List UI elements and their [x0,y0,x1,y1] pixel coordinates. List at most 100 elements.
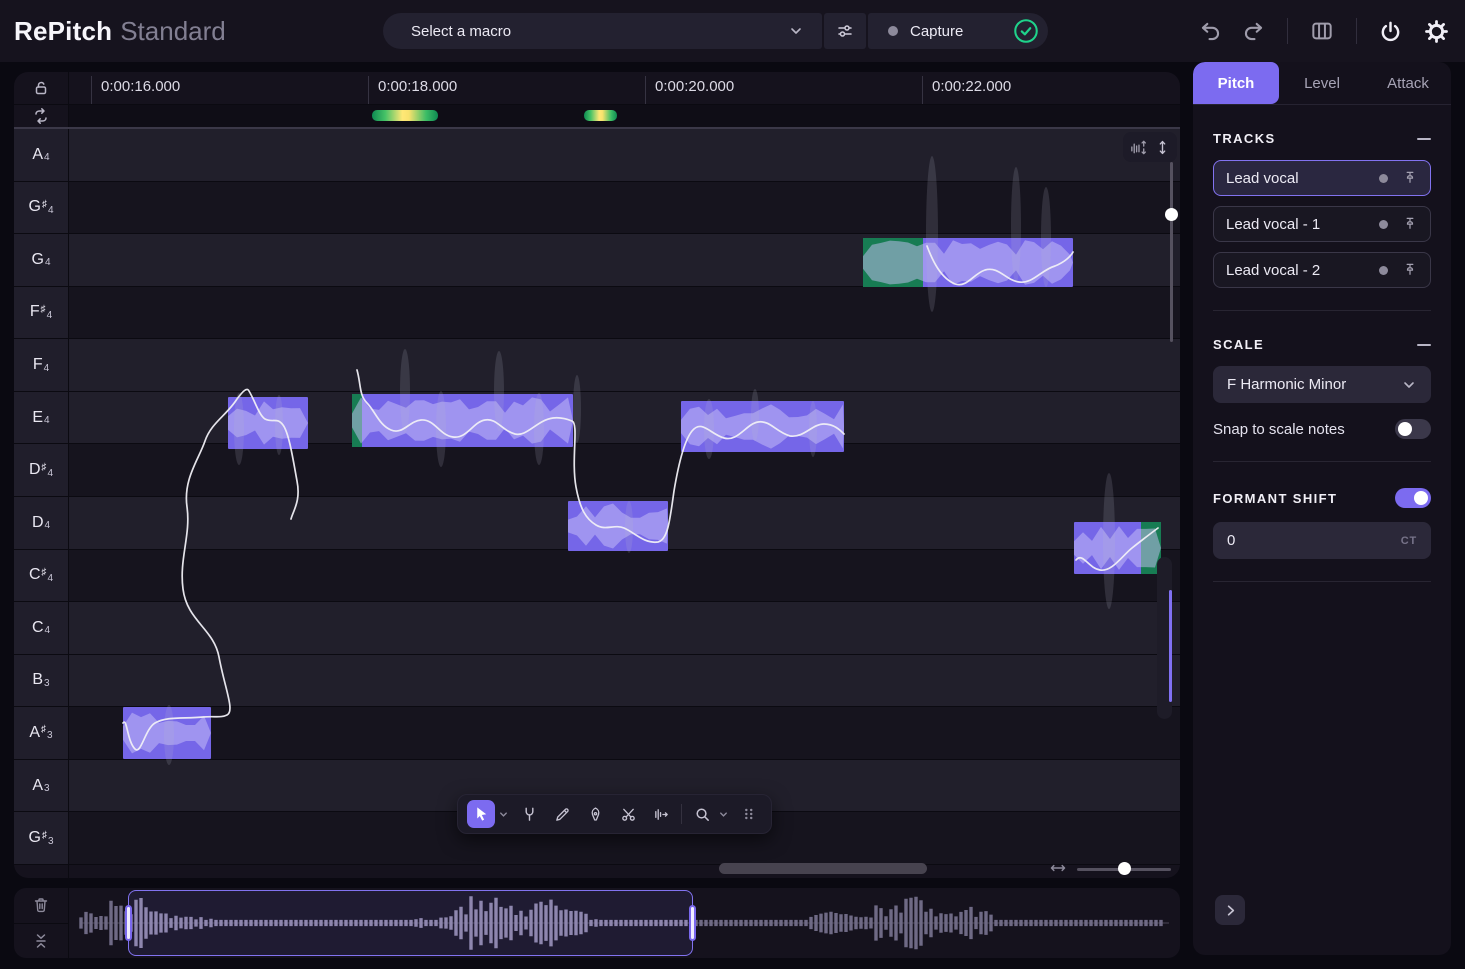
macro-settings-button[interactable] [824,13,866,49]
macro-select-value: Select a macro [411,23,511,40]
snap-to-scale-label: Snap to scale notes [1213,421,1345,438]
scale-collapse-icon[interactable] [1417,344,1431,346]
vertical-zoom-tools [1123,132,1177,162]
note-block-G4[interactable] [863,238,1073,287]
timeline-tick [368,76,369,104]
formant-shift-input[interactable]: 0 CT [1213,522,1431,559]
timeline-ruler[interactable]: 0:00:16.0000:00:18.0000:00:20.0000:00:22… [69,72,1180,104]
note-block-A♯3[interactable] [123,707,211,759]
zoom-tool-button[interactable] [689,801,715,827]
toolbar-divider [681,804,682,824]
scissors-tool-button[interactable] [615,801,641,827]
pencil-tool-button[interactable] [549,801,575,827]
panel-columns-icon[interactable] [1310,19,1334,43]
tracks-collapse-icon[interactable] [1417,138,1431,140]
inspector-tabs: Pitch Level Attack [1193,62,1451,105]
timeline-label: 0:00:18.000 [378,78,457,95]
vertical-zoom-slider[interactable] [1170,162,1173,342]
settings-gear-icon[interactable] [1424,19,1449,44]
track-item[interactable]: Lead vocal - 2 [1213,252,1431,288]
select-tool-chevron-icon[interactable] [498,809,509,820]
waveform-zoom-icon[interactable] [1129,138,1148,157]
note-label-Gs3: G♯3 [14,812,68,865]
snap-to-scale-toggle[interactable] [1395,419,1431,439]
note-label-E4: E4 [14,392,68,445]
track-item[interactable]: Lead vocal [1213,160,1431,196]
tab-level[interactable]: Level [1279,62,1365,104]
note-label-As3: A♯3 [14,707,68,760]
note-block-E4[interactable] [228,397,308,449]
macro-group: Select a macro Capture [383,13,1048,49]
section-divider [1213,581,1431,582]
overview-selection[interactable] [128,890,693,956]
loudness-strip [69,105,1180,127]
note-block-D4[interactable] [1074,522,1161,574]
formant-shift-unit: CT [1401,535,1417,547]
edit-toolbar [457,794,772,834]
tab-pitch[interactable]: Pitch [1193,62,1279,104]
horizontal-scrollbar[interactable] [719,863,927,874]
piano-note-labels: A4G♯4G4F♯4F4E4D♯4D4C♯4C4B3A♯3A3G♯3 [14,129,69,878]
pin-icon [1402,216,1418,232]
pitch-grid[interactable] [69,129,1180,878]
track-name: Lead vocal [1226,170,1379,187]
chevron-down-icon [788,23,804,39]
formant-shift-value: 0 [1227,532,1235,549]
top-bar: RePitch Standard Select a macro Capture [0,0,1465,62]
note-block-E4[interactable] [352,394,573,447]
track-monitor-dot[interactable] [1379,266,1388,275]
zoom-tool-chevron-icon[interactable] [718,809,729,820]
note-label-Fs4: F♯4 [14,287,68,340]
selection-left-handle[interactable] [125,905,132,941]
vertical-zoom-knob[interactable] [1165,208,1178,221]
tuning-fork-tool-button[interactable] [516,801,542,827]
overview-tools [14,888,69,958]
formant-section-header: FORMANT SHIFT [1213,488,1431,508]
note-block-D4[interactable] [568,501,668,551]
power-icon[interactable] [1379,20,1402,43]
redo-icon[interactable] [1243,20,1265,42]
undo-icon[interactable] [1199,20,1221,42]
note-label-B3: B3 [14,655,68,708]
note-label-Ds4: D♯4 [14,444,68,497]
timeline-tick [645,76,646,104]
horizontal-zoom-knob[interactable] [1118,862,1131,875]
audio-overview-panel [14,888,1180,958]
loop-button[interactable] [14,105,69,127]
scale-select[interactable]: F Harmonic Minor [1213,366,1431,403]
selection-right-handle[interactable] [689,905,696,941]
app-logo: RePitch Standard [14,0,226,62]
pitch-editor-panel: 0:00:16.0000:00:18.0000:00:20.0000:00:22… [14,72,1180,878]
note-label-Gs4: G♯4 [14,182,68,235]
section-divider [1213,461,1431,462]
vertical-resize-icon[interactable] [1154,139,1171,156]
note-label-C4: C4 [14,602,68,655]
pen-tool-button[interactable] [582,801,608,827]
timeline-label: 0:00:22.000 [932,78,1011,95]
collapse-vertical-icon[interactable] [14,923,68,959]
scale-section-header: SCALE [1213,337,1431,352]
track-monitor-dot[interactable] [1379,220,1388,229]
note-label-A3: A3 [14,760,68,813]
inspector-panel: Pitch Level Attack TRACKS Lead vocalLead… [1193,62,1451,955]
tab-attack[interactable]: Attack [1365,62,1451,104]
note-label-Cs4: C♯4 [14,550,68,603]
panel-expand-button[interactable] [1215,895,1245,925]
track-monitor-dot[interactable] [1379,174,1388,183]
transient-tool-button[interactable] [648,801,674,827]
vertical-scrollbar[interactable] [1169,590,1172,702]
macro-select[interactable]: Select a macro [383,13,822,49]
formant-shift-toggle[interactable] [1395,488,1431,508]
horizontal-zoom-icon [1049,859,1067,877]
lock-button[interactable] [14,72,69,104]
overview-waveform[interactable] [69,888,1180,958]
topbar-divider [1356,18,1357,44]
note-block-E4[interactable] [681,401,844,452]
select-tool-button[interactable] [467,800,495,828]
toolbar-drag-handle[interactable] [736,801,762,827]
sliders-icon [836,22,854,40]
topbar-divider [1287,18,1288,44]
timeline-label: 0:00:20.000 [655,78,734,95]
delete-icon[interactable] [14,888,68,923]
track-item[interactable]: Lead vocal - 1 [1213,206,1431,242]
